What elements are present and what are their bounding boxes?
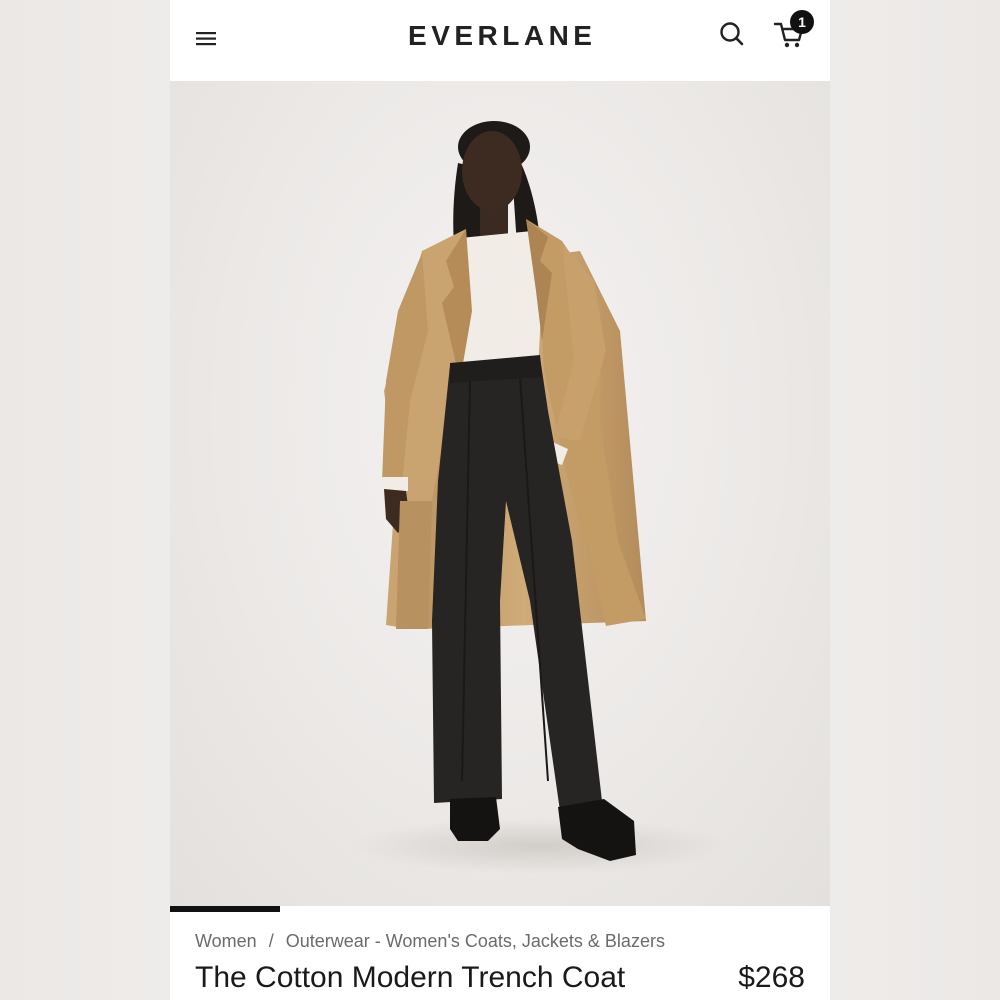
breadcrumb-link-outerwear[interactable]: Outerwear - Women's Coats, Jackets & Bla… [286, 931, 665, 951]
product-title: The Cotton Modern Trench Coat [195, 961, 626, 994]
cart-count-badge: 1 [790, 10, 814, 34]
gallery-progress-indicator [170, 906, 280, 912]
model-photo [350, 121, 730, 874]
breadcrumb-link-women[interactable]: Women [195, 931, 257, 951]
search-icon [718, 22, 746, 52]
breadcrumb: Women / Outerwear - Women's Coats, Jackets… [195, 930, 665, 952]
brand-logo-text: EVERLANE [408, 20, 597, 51]
site-header: EVERLANE 1 [170, 0, 830, 81]
mobile-viewport: EVERLANE 1 Women / Outerwear - Women's C… [170, 0, 830, 1000]
gallery-progress-track [170, 906, 830, 912]
breadcrumb-separator: / [268, 931, 274, 951]
product-hero-image[interactable] [170, 81, 830, 907]
product-price: $268 [738, 961, 805, 994]
search-button[interactable] [718, 20, 746, 48]
cart-icon [772, 22, 816, 56]
